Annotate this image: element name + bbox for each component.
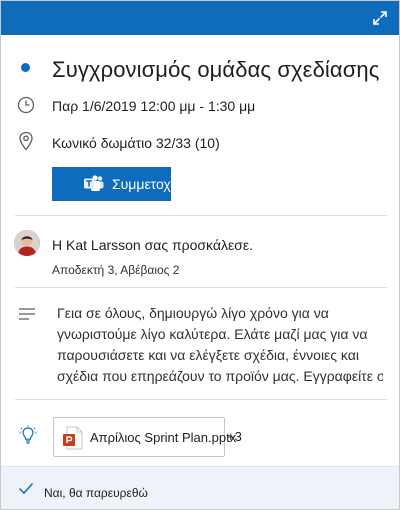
more-attachments-count[interactable]: +3 bbox=[227, 429, 242, 444]
join-teams-button[interactable]: Συμμετοχή bbox=[52, 167, 171, 201]
checkmark-icon bbox=[18, 481, 34, 500]
description-line: παρουσιάσετε και να ελέγξετε σχέδια, ένν… bbox=[57, 347, 359, 363]
attachment-name: Απρίλιος Sprint Plan.pptx bbox=[90, 430, 237, 445]
avatar[interactable] bbox=[14, 230, 40, 256]
divider bbox=[15, 399, 387, 400]
event-card: Συγχρονισμός ομάδας σχεδίασης Παρ 1/6/20… bbox=[0, 0, 400, 510]
divider bbox=[15, 215, 387, 216]
rsvp-status: Ναι, θα παρευρεθώ bbox=[44, 486, 148, 500]
powerpoint-file-icon bbox=[62, 426, 84, 455]
event-datetime: Παρ 1/6/2019 12:00 μμ - 1:30 μμ bbox=[52, 98, 256, 114]
event-location: Κωνικό δωμάτιο 32/33 (10) bbox=[52, 135, 220, 151]
text-lines-icon bbox=[17, 304, 37, 324]
description-line: Γεια σε όλους, δημιουργώ λίγο χρόνο για … bbox=[57, 305, 329, 321]
clock-icon bbox=[16, 95, 36, 115]
lightbulb-icon bbox=[18, 425, 38, 445]
rsvp-footer[interactable]: Ναι, θα παρευρεθώ bbox=[1, 466, 399, 509]
description-line: σχέδια που επηρεάζουν το προϊόν μας. Εγγ… bbox=[57, 368, 383, 384]
expand-icon[interactable] bbox=[369, 7, 391, 29]
response-summary: Αποδεκτή 3, Αβέβαιος 2 bbox=[52, 263, 180, 277]
event-description: Γεια σε όλους, δημιουργώ λίγο χρόνο για … bbox=[57, 303, 383, 387]
organizer-invite: Η Kat Larsson σας προσκάλεσε. bbox=[52, 237, 253, 253]
description-line: γνωριστούμε λίγο καλύτερα. Ελάτε μαζί μα… bbox=[57, 326, 368, 342]
location-pin-icon bbox=[16, 131, 36, 151]
join-button-label: Συμμετοχή bbox=[112, 176, 171, 192]
calendar-color-dot bbox=[21, 63, 30, 72]
event-title: Συγχρονισμός ομάδας σχεδίασης bbox=[52, 57, 380, 82]
teams-icon bbox=[83, 175, 105, 196]
divider bbox=[15, 287, 387, 288]
attachment-file[interactable]: Απρίλιος Sprint Plan.pptx bbox=[53, 417, 236, 457]
card-header-bar bbox=[1, 1, 399, 35]
